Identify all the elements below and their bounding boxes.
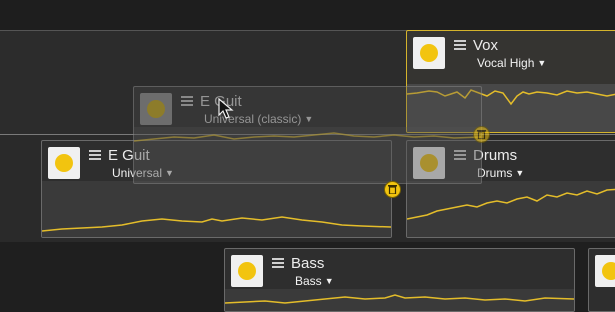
preset-label: Vocal High — [477, 56, 535, 70]
drag-handle-icon[interactable] — [272, 258, 286, 270]
track-eguit-drag-ghost[interactable]: E Guit Universal (classic) ▼ — [133, 86, 482, 184]
yellow-dot-icon — [55, 154, 73, 172]
preset-label: Bass — [295, 274, 322, 288]
waveform-area — [225, 289, 574, 311]
preset-dropdown[interactable]: Bass ▼ — [295, 274, 334, 288]
triangle-down-icon: ▼ — [304, 114, 314, 124]
power-button[interactable] — [140, 93, 172, 125]
drag-handle-icon[interactable] — [181, 96, 195, 108]
trash-icon — [477, 130, 486, 139]
yellow-dot-icon — [420, 44, 438, 62]
track-bass[interactable]: Bass Bass ▼ — [224, 248, 575, 312]
waveform — [407, 188, 615, 220]
track-partial[interactable] — [588, 248, 615, 312]
waveform-area — [134, 127, 481, 183]
drag-handle-icon[interactable] — [454, 40, 468, 52]
triangle-down-icon: ▼ — [537, 58, 547, 68]
power-button[interactable] — [595, 255, 615, 287]
power-button[interactable] — [231, 255, 263, 287]
delete-track-ghost-button — [473, 126, 490, 143]
waveform — [134, 132, 481, 142]
mouse-cursor-icon — [218, 98, 234, 119]
track-name: Vox — [473, 37, 499, 54]
yellow-dot-icon — [238, 262, 256, 280]
top-bar — [0, 0, 615, 30]
delete-track-button[interactable] — [384, 181, 401, 198]
preset-dropdown[interactable]: Drums ▼ — [477, 166, 524, 180]
power-button[interactable] — [413, 37, 445, 69]
triangle-down-icon: ▼ — [515, 168, 525, 178]
preset-dropdown[interactable]: Vocal High ▼ — [477, 56, 546, 70]
triangle-down-icon: ▼ — [324, 276, 334, 286]
preset-label: Drums — [477, 166, 513, 180]
drag-handle-icon[interactable] — [89, 150, 103, 162]
yellow-dot-icon — [147, 100, 165, 118]
waveform-area — [42, 181, 391, 237]
yellow-dot-icon — [602, 262, 615, 280]
waveform — [225, 294, 574, 304]
waveform-area — [407, 181, 615, 237]
trash-icon — [388, 185, 397, 194]
waveform — [42, 216, 391, 232]
track-name: Bass — [291, 255, 325, 272]
power-button[interactable] — [48, 147, 80, 179]
